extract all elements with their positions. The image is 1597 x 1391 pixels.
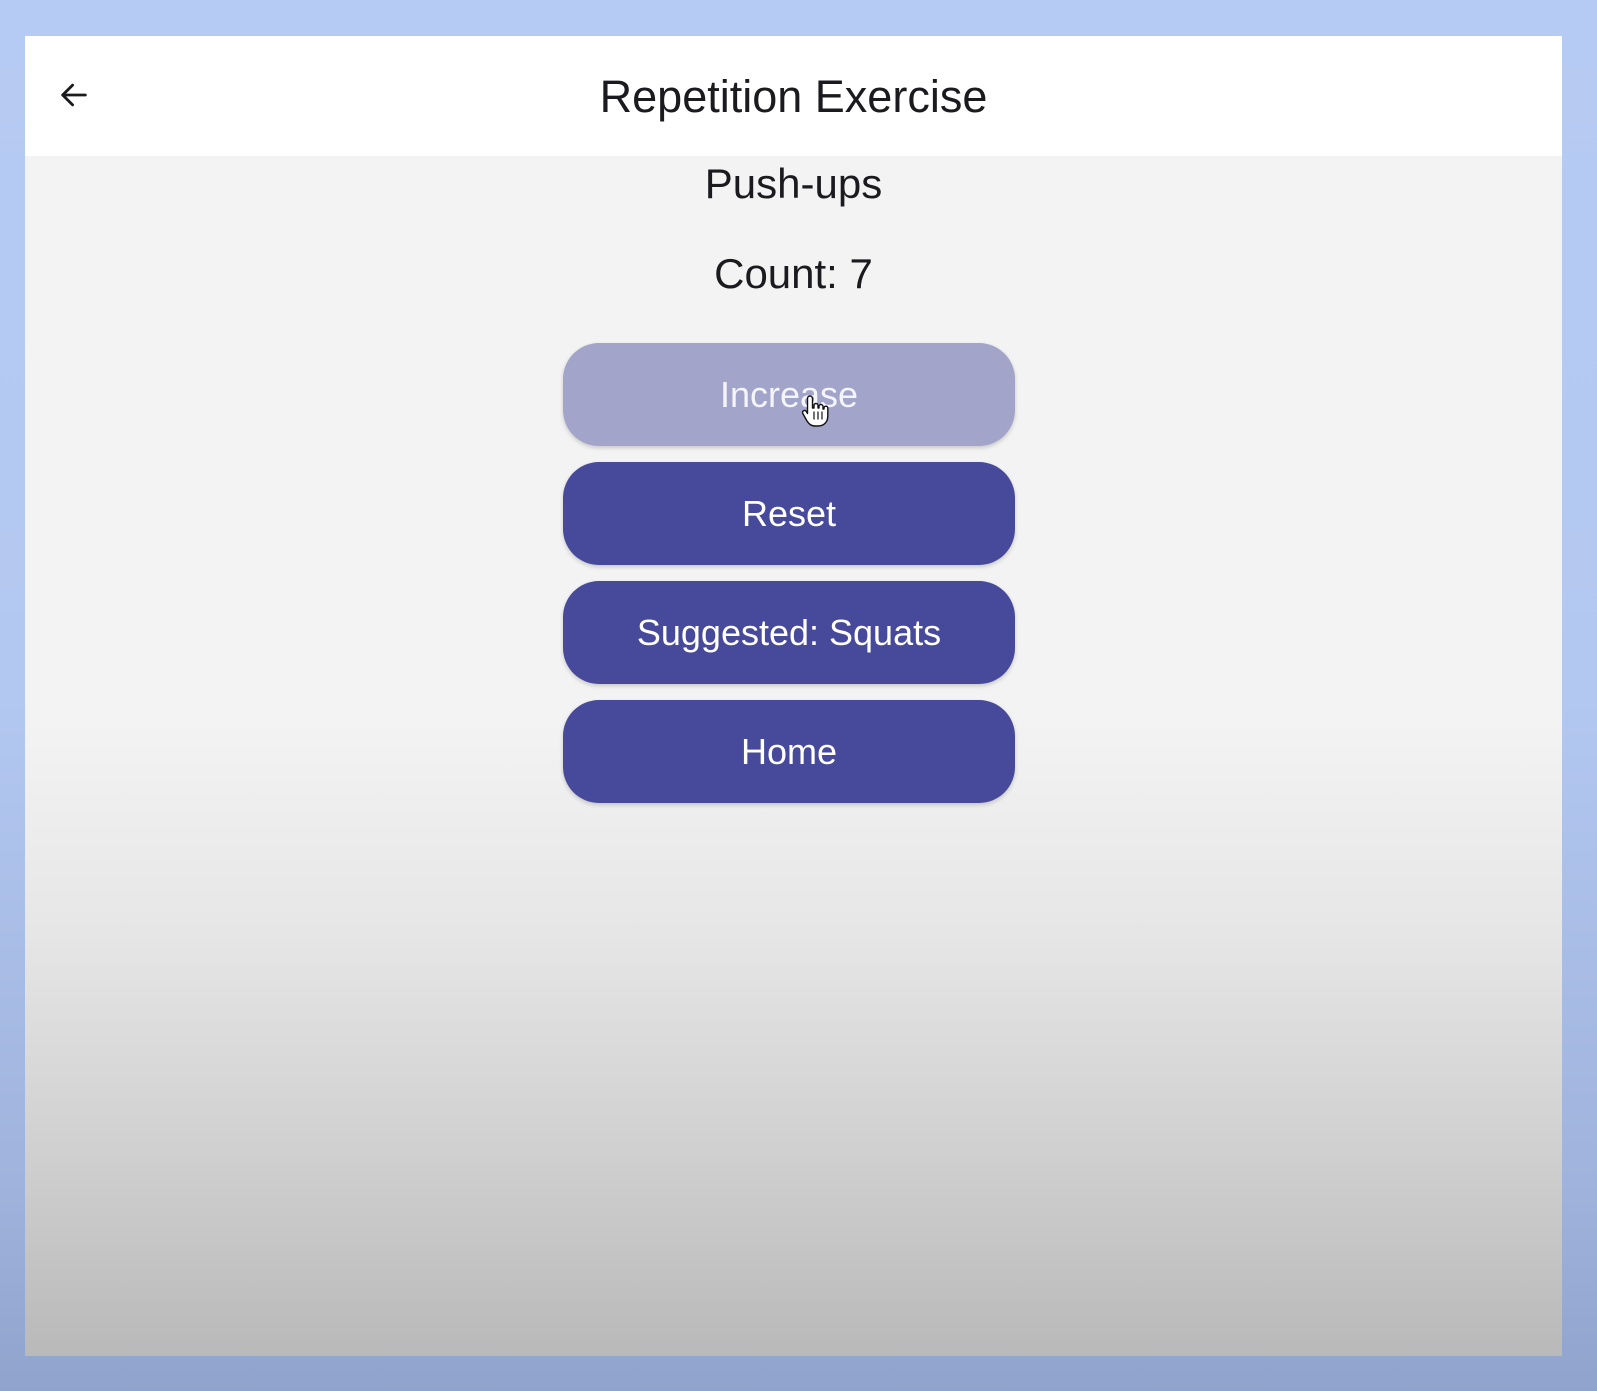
page-title: Repetition Exercise xyxy=(599,71,988,122)
suggested-exercise-button[interactable]: Suggested: Squats xyxy=(563,581,1015,684)
increase-button[interactable]: Increase xyxy=(563,343,1015,446)
home-button[interactable]: Home xyxy=(563,700,1015,803)
reset-button[interactable]: Reset xyxy=(563,462,1015,565)
app-window: Repetition Exercise Push-ups Count: 7 In… xyxy=(25,36,1562,1356)
exercise-name: Push-ups xyxy=(704,160,883,207)
rep-count: Count: 7 xyxy=(714,250,873,297)
hand-pointer-icon xyxy=(801,395,829,427)
app-bar: Repetition Exercise xyxy=(25,36,1562,156)
